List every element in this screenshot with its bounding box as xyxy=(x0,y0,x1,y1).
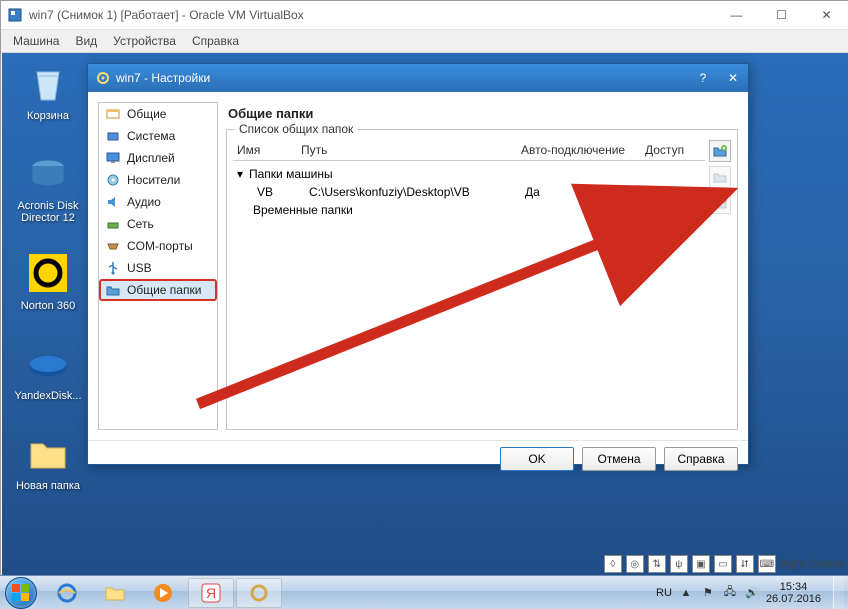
category-serial[interactable]: COM-порты xyxy=(99,235,217,257)
main-title: win7 (Снимок 1) [Работает] - Oracle VM V… xyxy=(29,8,304,22)
show-desktop-button[interactable] xyxy=(833,576,844,609)
settings-dialog: win7 - Настройки ? ✕ Общие Система Диспл… xyxy=(87,63,749,465)
category-storage[interactable]: Носители xyxy=(99,169,217,191)
folder-name: VB xyxy=(257,185,309,199)
add-folder-button[interactable] xyxy=(709,140,731,162)
status-net-icon[interactable]: ⇅ xyxy=(648,555,666,573)
category-general[interactable]: Общие xyxy=(99,103,217,125)
taskbar-yandex[interactable]: Я xyxy=(188,578,234,608)
folder-list-label: Список общих папок xyxy=(235,122,357,136)
guest-desktop: Корзина Acronis Disk Director 12 Norton … xyxy=(2,53,848,577)
status-shared-icon[interactable]: ▣ xyxy=(692,555,710,573)
yandexdisk-icon[interactable]: YandexDisk... xyxy=(8,339,88,402)
norton-label: Norton 360 xyxy=(8,300,88,312)
vbox-icon xyxy=(7,7,23,23)
taskbar-explorer[interactable] xyxy=(92,578,138,608)
remove-folder-button[interactable] xyxy=(709,192,731,214)
menubar: Машина Вид Устройства Справка xyxy=(1,30,848,53)
tray-date: 26.07.2016 xyxy=(766,593,821,605)
group-machine-folders[interactable]: ▾ Папки машины xyxy=(233,165,705,183)
yandexdisk-label: YandexDisk... xyxy=(8,390,88,402)
cancel-button[interactable]: Отмена xyxy=(582,447,656,471)
status-hdd-icon[interactable]: ◊ xyxy=(604,555,622,573)
menu-help[interactable]: Справка xyxy=(192,34,239,48)
col-auto[interactable]: Авто-подключение xyxy=(517,143,641,157)
folder-access: Полный xyxy=(645,185,705,199)
settings-help-button[interactable]: ? xyxy=(688,64,718,92)
minimize-button[interactable]: — xyxy=(714,1,759,29)
tray-lang[interactable]: RU xyxy=(656,587,672,599)
taskbar-vbox-settings[interactable] xyxy=(236,578,282,608)
settings-close-button[interactable]: ✕ xyxy=(718,64,748,92)
folder-auto: Да xyxy=(525,185,645,199)
tray-flag-icon[interactable]: ▲ xyxy=(678,585,694,601)
table-header: Имя Путь Авто-подключение Доступ xyxy=(233,140,705,161)
category-display[interactable]: Дисплей xyxy=(99,147,217,169)
vbox-statusbar: ◊ ◎ ⇅ ψ ▣ ▭ ⮃ ⌨ Right Control xyxy=(604,551,844,577)
group-transient-folders[interactable]: Временные папки xyxy=(233,201,705,219)
recycle-bin-icon[interactable]: Корзина xyxy=(8,59,88,122)
category-system[interactable]: Система xyxy=(99,125,217,147)
close-button[interactable]: ✕ xyxy=(804,1,848,29)
menu-machine[interactable]: Машина xyxy=(13,34,59,48)
status-display-icon[interactable]: ▭ xyxy=(714,555,732,573)
new-folder-label: Новая папка xyxy=(8,480,88,492)
tray-action-center-icon[interactable]: ⚑ xyxy=(700,585,716,601)
edit-folder-button[interactable] xyxy=(709,166,731,188)
ok-button[interactable]: OK xyxy=(500,447,574,471)
acronis-label: Acronis Disk Director 12 xyxy=(8,200,88,224)
svg-text:Я: Я xyxy=(206,585,216,601)
taskbar[interactable]: Я RU ▲ ⚑ 🖧 🔊 15:34 26.07.2016 xyxy=(0,575,848,609)
help-button[interactable]: Справка xyxy=(664,447,738,471)
menu-devices[interactable]: Устройства xyxy=(113,34,176,48)
taskbar-media[interactable] xyxy=(140,578,186,608)
col-path[interactable]: Путь xyxy=(297,143,517,157)
host-key-label: Right Control xyxy=(780,558,844,570)
gear-icon xyxy=(96,71,110,85)
status-mouse-icon[interactable]: ⮃ xyxy=(736,555,754,573)
menu-view[interactable]: Вид xyxy=(75,34,97,48)
tray-volume-icon[interactable]: 🔊 xyxy=(744,585,760,601)
settings-title: win7 - Настройки xyxy=(116,71,210,85)
col-access[interactable]: Доступ xyxy=(641,143,705,157)
acronis-icon[interactable]: Acronis Disk Director 12 xyxy=(8,149,88,224)
status-usb-icon[interactable]: ψ xyxy=(670,555,688,573)
new-folder-icon[interactable]: Новая папка xyxy=(8,429,88,492)
tray-network-icon[interactable]: 🖧 xyxy=(722,585,738,601)
main-titlebar: win7 (Снимок 1) [Работает] - Oracle VM V… xyxy=(1,1,848,30)
settings-titlebar: win7 - Настройки ? ✕ xyxy=(88,64,748,92)
shared-folders-table[interactable]: Имя Путь Авто-подключение Доступ ▾ Папки… xyxy=(233,140,705,423)
start-button[interactable] xyxy=(0,576,42,609)
status-cd-icon[interactable]: ◎ xyxy=(626,555,644,573)
category-usb[interactable]: USB xyxy=(99,257,217,279)
folder-path: C:\Users\konfuziy\Desktop\VB xyxy=(309,185,525,199)
category-audio[interactable]: Аудио xyxy=(99,191,217,213)
taskbar-ie[interactable] xyxy=(44,578,90,608)
col-name[interactable]: Имя xyxy=(233,143,297,157)
norton-icon[interactable]: Norton 360 xyxy=(8,249,88,312)
category-network[interactable]: Сеть xyxy=(99,213,217,235)
table-row[interactable]: VB C:\Users\konfuziy\Desktop\VB Да Полны… xyxy=(233,183,705,201)
tray-time: 15:34 xyxy=(766,581,821,593)
recycle-bin-label: Корзина xyxy=(8,110,88,122)
maximize-button[interactable]: ☐ xyxy=(759,1,804,29)
category-shared-folders[interactable]: Общие папки xyxy=(99,279,217,301)
tray-clock[interactable]: 15:34 26.07.2016 xyxy=(766,581,827,605)
status-keyboard-icon[interactable]: ⌨ xyxy=(758,555,776,573)
category-list[interactable]: Общие Система Дисплей Носители Аудио Сет… xyxy=(98,102,218,430)
